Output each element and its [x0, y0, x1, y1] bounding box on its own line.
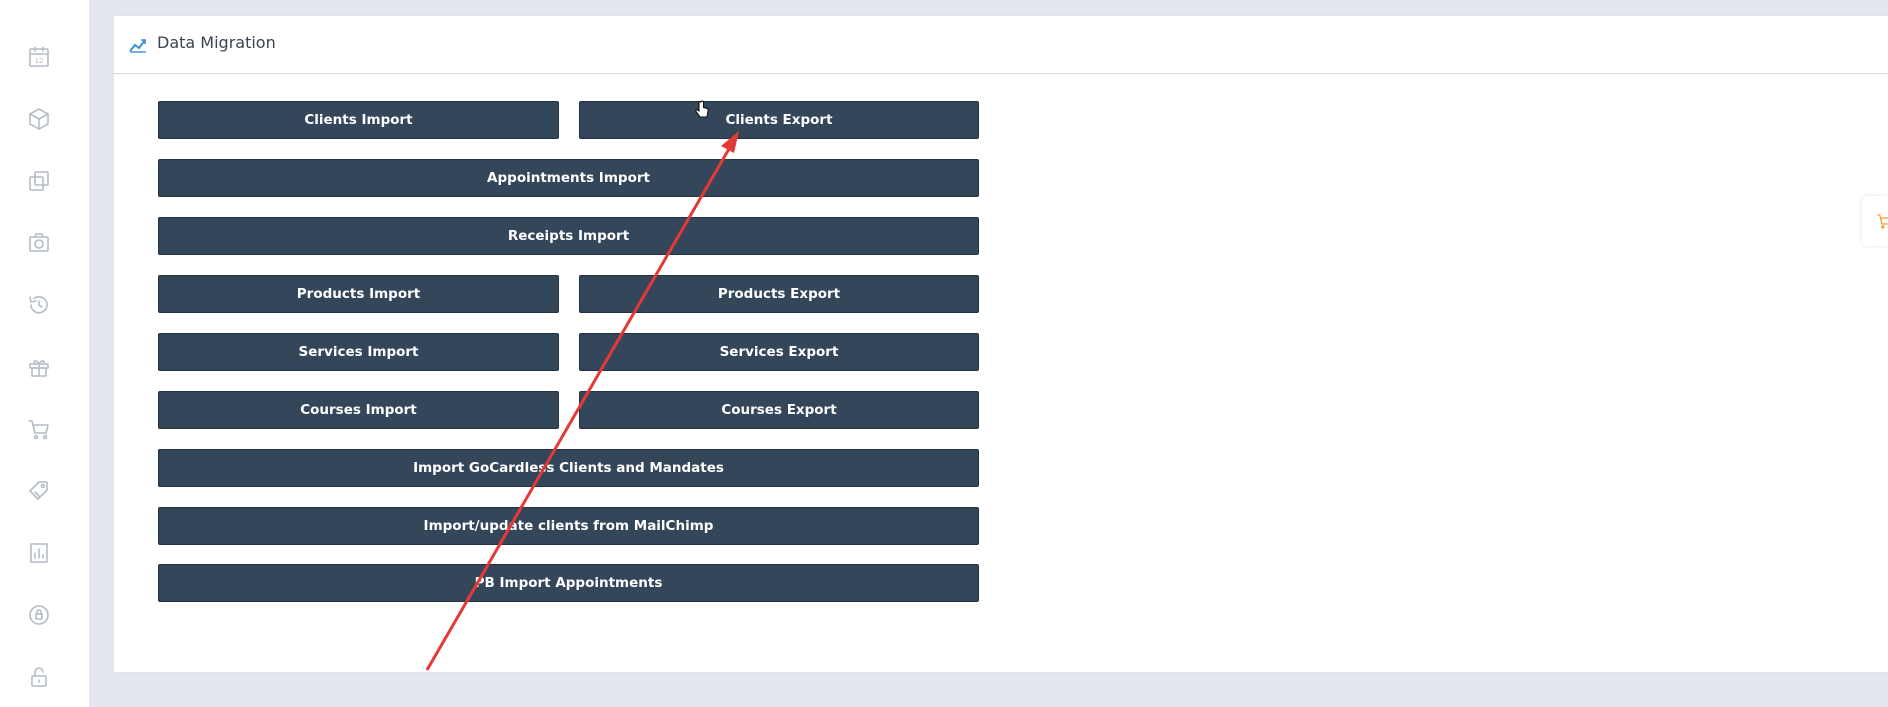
panel-header: Data Migration: [114, 16, 1888, 74]
courses-import-button[interactable]: Courses Import: [158, 391, 559, 429]
lock-circle-icon[interactable]: [26, 602, 52, 628]
products-export-button[interactable]: Products Export: [579, 275, 979, 313]
calendar-icon[interactable]: 12: [26, 44, 52, 70]
cube-icon[interactable]: [26, 106, 52, 132]
clients-export-button[interactable]: Clients Export: [579, 101, 979, 139]
bar-chart-icon[interactable]: [26, 540, 52, 566]
courses-export-button[interactable]: Courses Export: [579, 391, 979, 429]
hand-cursor-icon: [695, 100, 709, 118]
services-export-button[interactable]: Services Export: [579, 333, 979, 371]
calendar-day-label: 12: [35, 57, 44, 65]
gift-icon[interactable]: [26, 354, 52, 380]
history-icon[interactable]: [26, 292, 52, 318]
gocardless-import-button[interactable]: Import GoCardless Clients and Mandates: [158, 449, 979, 487]
tags-icon[interactable]: [26, 478, 52, 504]
cart-tab-icon: [1877, 214, 1888, 229]
appointments-import-button[interactable]: Appointments Import: [158, 159, 979, 197]
receipts-import-button[interactable]: Receipts Import: [158, 217, 979, 255]
clients-import-button[interactable]: Clients Import: [158, 101, 559, 139]
cart-icon[interactable]: [26, 416, 52, 442]
line-chart-icon: [129, 39, 146, 53]
products-import-button[interactable]: Products Import: [158, 275, 559, 313]
camera-icon[interactable]: [26, 230, 52, 256]
mailchimp-import-button[interactable]: Import/update clients from MailChimp: [158, 507, 979, 545]
sidebar: 12: [0, 0, 89, 707]
unlock-icon[interactable]: [26, 664, 52, 690]
services-import-button[interactable]: Services Import: [158, 333, 559, 371]
pb-import-appointments-button[interactable]: PB Import Appointments: [158, 564, 979, 602]
copy-icon[interactable]: [26, 168, 52, 194]
cart-tab[interactable]: [1862, 196, 1888, 246]
panel-title: Data Migration: [157, 33, 276, 52]
